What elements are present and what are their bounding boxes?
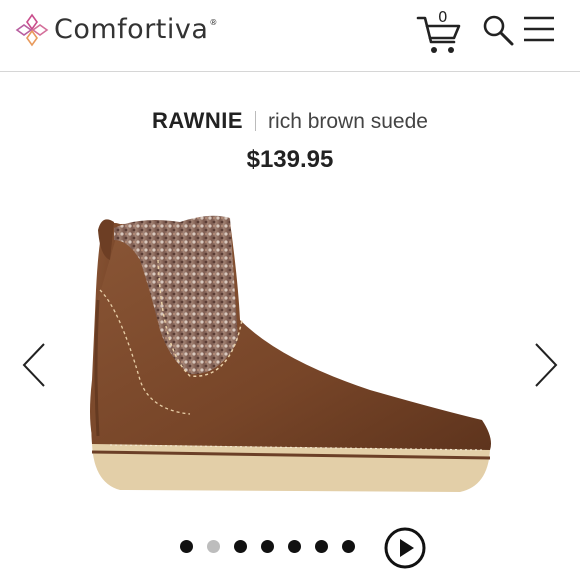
carousel-dot[interactable] xyxy=(234,540,247,553)
carousel-dot[interactable] xyxy=(315,540,328,553)
product-title: RAWNIE rich brown suede xyxy=(0,108,580,134)
product-name: RAWNIE xyxy=(152,108,244,133)
carousel-dot[interactable] xyxy=(180,540,193,553)
site-header: Comfortiva® 0 xyxy=(0,0,580,72)
title-divider xyxy=(255,111,257,131)
carousel-dot[interactable] xyxy=(288,540,301,553)
product-price: $139.95 xyxy=(246,146,334,173)
carousel-dot[interactable] xyxy=(342,540,355,553)
cart-icon[interactable] xyxy=(416,12,462,56)
chevron-right-icon[interactable] xyxy=(530,340,560,390)
carousel-dot[interactable] xyxy=(261,540,274,553)
chevron-left-icon[interactable] xyxy=(20,340,50,390)
product-color: rich brown suede xyxy=(268,110,428,133)
carousel-dot[interactable] xyxy=(207,540,220,553)
product-image xyxy=(90,215,491,492)
search-icon[interactable] xyxy=(482,14,514,46)
brand-logo-text[interactable]: Comfortiva® xyxy=(54,14,218,45)
logo-flower-icon[interactable] xyxy=(14,12,50,48)
menu-icon[interactable] xyxy=(522,14,556,44)
play-icon[interactable] xyxy=(383,526,427,570)
